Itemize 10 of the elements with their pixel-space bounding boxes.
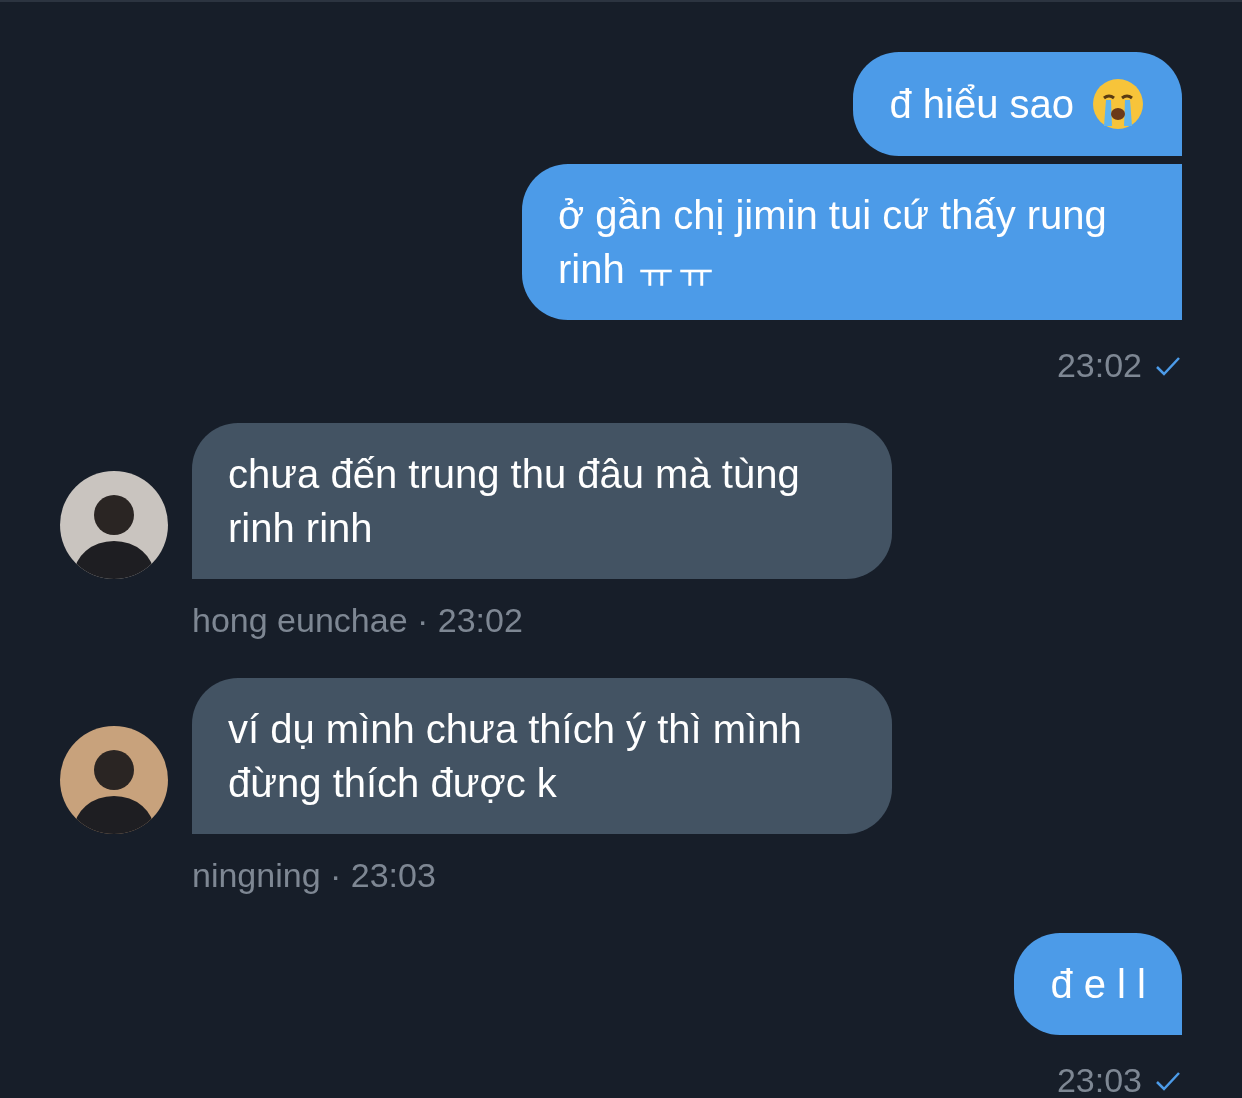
timestamp: 23:03 xyxy=(1056,1060,1142,1098)
sender-meta: hong eunchae · 23:02 xyxy=(192,600,524,641)
crying-face-icon xyxy=(1090,76,1146,132)
sender-meta: ningning · 23:03 xyxy=(192,855,437,896)
message-text: đ e l l xyxy=(1050,961,1146,1008)
message-text: đ hiểu sao xyxy=(889,81,1074,128)
message-text: ở gần chị jimin tui cứ thấy rung rinh ㅠㅠ xyxy=(558,192,1108,293)
message-text: chưa đến trung thu đâu mà tùng rinh rinh xyxy=(228,452,800,550)
timestamp: 23:02 xyxy=(1056,345,1142,386)
message-text: ví dụ mình chưa thích ý thì mình đừng thích được k xyxy=(228,707,802,805)
